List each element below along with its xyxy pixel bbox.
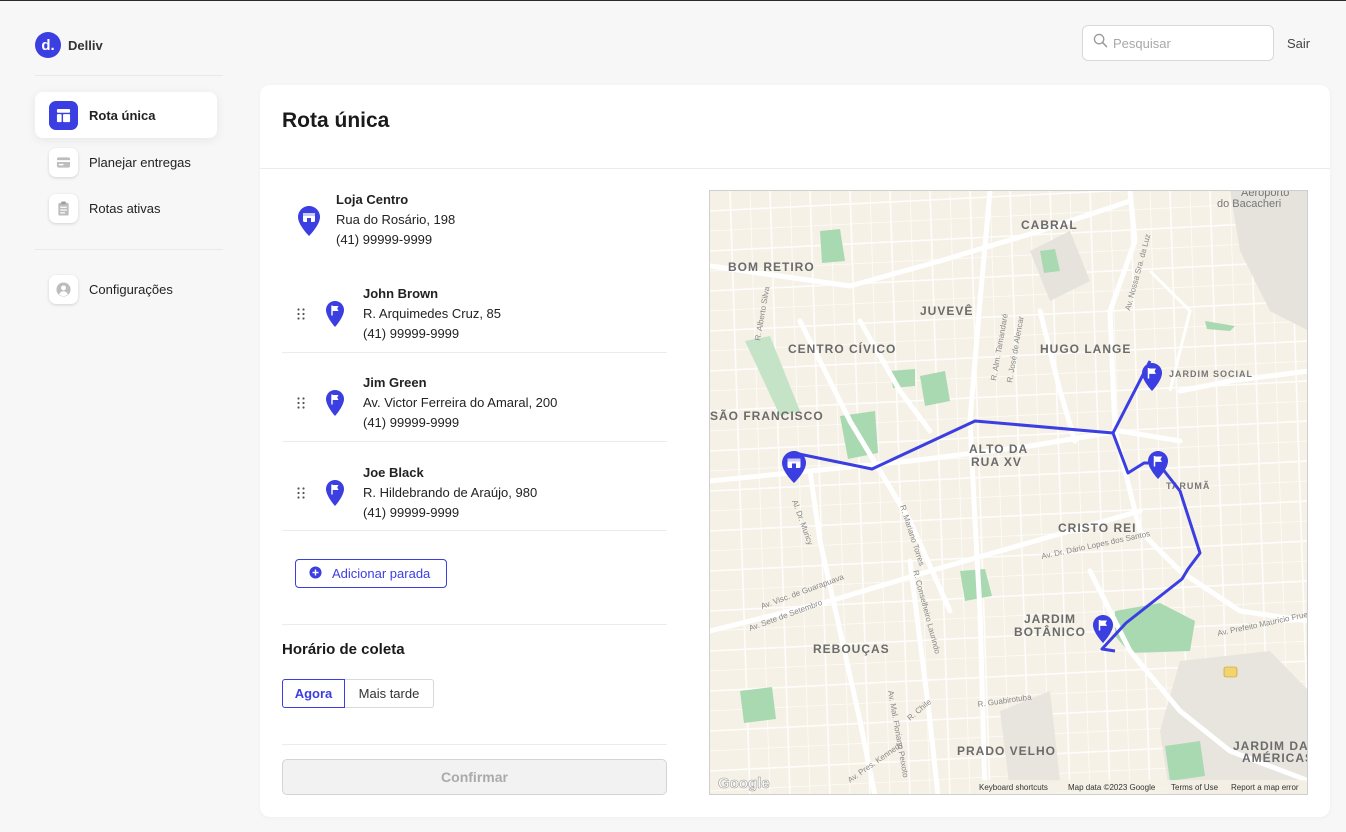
stop-name: Jim Green bbox=[363, 375, 427, 390]
map-label: CENTRO CÍVICO bbox=[788, 341, 896, 356]
google-logo: Google bbox=[718, 775, 770, 792]
pickup-toggle: Agora Mais tarde bbox=[282, 679, 434, 708]
sidebar-item-label: Rota única bbox=[89, 107, 156, 123]
pickup-option-later[interactable]: Mais tarde bbox=[345, 679, 434, 708]
confirm-button[interactable]: Confirmar bbox=[282, 759, 667, 795]
search-input[interactable] bbox=[1113, 35, 1263, 51]
stop-phone: (41) 99999-9999 bbox=[336, 232, 433, 247]
drag-handle-icon[interactable] bbox=[297, 486, 305, 504]
stop-name: Loja Centro bbox=[336, 192, 409, 207]
clipboard-icon bbox=[49, 193, 78, 223]
drag-handle-icon[interactable] bbox=[297, 307, 305, 325]
layout-icon bbox=[49, 100, 78, 130]
report-error-link[interactable]: Report a map error bbox=[1231, 783, 1299, 792]
sidebar-item-configuracoes[interactable]: Configurações bbox=[35, 266, 217, 312]
sidebar-item-label: Configurações bbox=[89, 281, 173, 297]
app-name: Delliv bbox=[68, 37, 103, 53]
plus-circle-icon bbox=[309, 565, 322, 582]
sidebar-item-label: Planejar entregas bbox=[89, 154, 191, 170]
drag-handle-icon[interactable] bbox=[297, 396, 305, 414]
map-label: CRISTO REI bbox=[1058, 521, 1136, 535]
pickup-title: Horário de coleta bbox=[282, 641, 405, 658]
sidebar-item-label: Rotas ativas bbox=[89, 200, 161, 216]
stop-phone: (41) 99999-9999 bbox=[363, 326, 460, 341]
stop-item: Joe Black R. Hildebrando de Araújo, 980 … bbox=[282, 456, 667, 545]
stop-address: R. Hildebrando de Araújo, 980 bbox=[363, 485, 538, 500]
stop-phone: (41) 99999-9999 bbox=[363, 505, 460, 520]
sidebar-item-rota-unica[interactable]: Rota única bbox=[35, 92, 217, 138]
stop-details: Joe Black R. Hildebrando de Araújo, 980 … bbox=[363, 463, 537, 523]
store-pin-icon bbox=[298, 206, 320, 241]
sidebar-divider bbox=[35, 75, 223, 76]
terms-link[interactable]: Terms of Use bbox=[1171, 783, 1218, 792]
add-stop-label: Adicionar parada bbox=[332, 566, 431, 581]
pickup-option-now[interactable]: Agora bbox=[282, 679, 345, 708]
map-label: BOM RETIRO bbox=[728, 260, 815, 274]
row-divider bbox=[282, 441, 667, 442]
highway-badge bbox=[1223, 666, 1238, 678]
map-label: AMÉRICAS bbox=[1242, 750, 1308, 765]
origin-stop: Loja Centro Rua do Rosário, 198 (41) 999… bbox=[282, 190, 667, 282]
map-label: SÃO FRANCISCO bbox=[710, 408, 824, 423]
route-map[interactable]: CABRAL BOM RETIRO JUVEVÊ CENTRO CÍVICO H… bbox=[709, 190, 1308, 795]
sidebar-divider bbox=[35, 249, 223, 250]
map-data-text: Map data ©2023 Google bbox=[1068, 783, 1156, 792]
map-label: ALTO DA bbox=[969, 442, 1028, 456]
stop-address: R. Arquimedes Cruz, 85 bbox=[363, 306, 502, 321]
map-label: JARDIM SOCIAL bbox=[1169, 369, 1253, 379]
search-icon bbox=[1093, 33, 1108, 53]
map-label: REBOUÇAS bbox=[813, 642, 890, 656]
map-label: BOTÂNICO bbox=[1014, 624, 1086, 639]
header-divider bbox=[260, 168, 1330, 169]
map-label: HUGO LANGE bbox=[1040, 342, 1131, 356]
flag-pin-icon bbox=[326, 390, 344, 421]
stop-details: Loja Centro Rua do Rosário, 198 (41) 999… bbox=[336, 190, 455, 250]
map-label: CABRAL bbox=[1021, 218, 1078, 232]
map-label: JARDIM bbox=[1024, 612, 1076, 626]
section-divider bbox=[282, 744, 667, 745]
keyboard-shortcuts-link[interactable]: Keyboard shortcuts bbox=[979, 783, 1048, 792]
user-icon bbox=[49, 274, 78, 304]
row-divider bbox=[282, 530, 667, 531]
stop-phone: (41) 99999-9999 bbox=[363, 415, 460, 430]
row-divider bbox=[282, 352, 667, 353]
sidebar-item-rotas-ativas[interactable]: Rotas ativas bbox=[35, 185, 217, 231]
stop-name: John Brown bbox=[363, 286, 439, 301]
search-box[interactable] bbox=[1082, 25, 1274, 61]
card-icon bbox=[49, 147, 78, 177]
page-title: Rota única bbox=[282, 109, 390, 132]
flag-pin-icon bbox=[326, 301, 344, 332]
logout-link[interactable]: Sair bbox=[1287, 36, 1310, 51]
stop-details: Jim Green Av. Victor Ferreira do Amaral,… bbox=[363, 373, 557, 433]
app-logo[interactable]: d. Delliv bbox=[35, 32, 103, 58]
main-card: Rota única Loja Centro Rua do Rosário, 1… bbox=[260, 85, 1330, 817]
map-label: JUVEVÊ bbox=[920, 303, 973, 318]
add-stop-button[interactable]: Adicionar parada bbox=[295, 559, 447, 588]
logo-mark: d. bbox=[35, 32, 61, 58]
map-label: do Bacacheri bbox=[1217, 198, 1281, 210]
sidebar-item-planejar-entregas[interactable]: Planejar entregas bbox=[35, 139, 217, 185]
flag-pin-icon bbox=[326, 480, 344, 511]
section-divider bbox=[282, 624, 667, 625]
map-label: PRADO VELHO bbox=[957, 744, 1056, 758]
stop-address: Rua do Rosário, 198 bbox=[336, 212, 456, 227]
map-label: RUA XV bbox=[971, 455, 1022, 469]
stop-address: Av. Victor Ferreira do Amaral, 200 bbox=[363, 395, 558, 410]
stop-name: Joe Black bbox=[363, 465, 424, 480]
stop-details: John Brown R. Arquimedes Cruz, 85 (41) 9… bbox=[363, 284, 501, 344]
